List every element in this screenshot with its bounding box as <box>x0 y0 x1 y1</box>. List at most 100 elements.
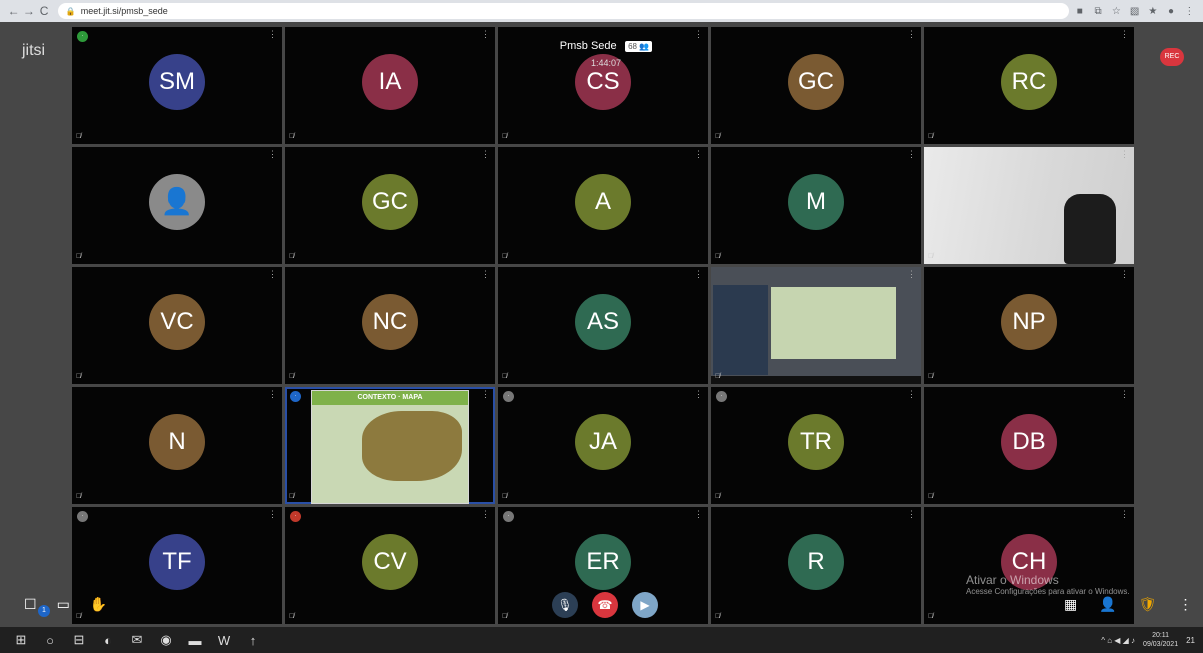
default-avatar-icon: 👤 <box>149 173 205 230</box>
tile-view-icon[interactable]: ▦ <box>1064 596 1077 613</box>
screenshare-icon[interactable]: ▭ <box>57 596 70 613</box>
tile-menu-icon[interactable]: ⋮ <box>268 149 277 160</box>
hangup-button[interactable]: ☎ <box>592 592 618 618</box>
connection-status-icon[interactable]: · <box>77 511 88 522</box>
forward-icon[interactable]: → <box>21 4 36 18</box>
participant-tile[interactable]: JA · ⋮ 🎙̸ <box>498 387 708 504</box>
participant-tile[interactable]: CONTEXTO · MAPA · ⋮ 🎙̸ <box>285 387 495 504</box>
participant-tile[interactable]: ⋮ 🎙̸ <box>711 267 921 384</box>
participant-tile[interactable]: N ⋮ 🎙̸ <box>72 387 282 504</box>
mic-muted-icon: 🎙̸ <box>715 373 721 380</box>
app-icon[interactable]: ↑ <box>240 633 266 648</box>
word-icon[interactable]: W <box>211 633 237 648</box>
participants-pane-icon[interactable]: 👤 <box>1099 596 1116 613</box>
tile-menu-icon[interactable]: ⋮ <box>268 29 277 40</box>
participant-tile[interactable]: GC ⋮ 🎙̸ <box>285 147 495 264</box>
tile-menu-icon[interactable]: ⋮ <box>268 389 277 400</box>
reload-icon[interactable]: C <box>37 4 52 18</box>
tile-menu-icon[interactable]: ⋮ <box>907 29 916 40</box>
browser-menu-icon[interactable]: ⋮ <box>1182 6 1197 17</box>
camera-toggle-button[interactable]: ▶ <box>632 592 658 618</box>
mic-muted-icon: 🎙̸ <box>502 373 508 380</box>
tray-icons[interactable]: ^ ⌂ ◀ ◢ ♪ <box>1101 636 1135 645</box>
tile-menu-icon[interactable]: ⋮ <box>694 509 703 520</box>
conference-info: Pmsb Sede 68 👥 1:44:07 <box>551 36 661 68</box>
mic-muted-icon: 🎙̸ <box>502 493 508 500</box>
participant-tile[interactable]: ⋮ 🎙̸ <box>924 147 1134 264</box>
tile-menu-icon[interactable]: ⋮ <box>481 269 490 280</box>
raise-hand-icon[interactable]: ✋ <box>90 596 107 613</box>
chat-icon[interactable]: ☐ 1 <box>24 596 50 617</box>
extension-icon[interactable]: ▧ <box>1127 6 1142 17</box>
participant-tile[interactable]: RC ⋮ 🎙̸ <box>924 27 1134 144</box>
avatar: GC <box>362 173 418 230</box>
participant-tile[interactable]: IA ⋮ 🎙̸ <box>285 27 495 144</box>
mic-muted-icon: 🎙̸ <box>289 253 295 260</box>
participant-tile[interactable]: M ⋮ 🎙̸ <box>711 147 921 264</box>
connection-status-icon[interactable]: · <box>503 511 514 522</box>
back-icon[interactable]: ← <box>6 4 21 18</box>
connection-status-icon[interactable]: · <box>716 391 727 402</box>
participant-tile[interactable]: SM · ⋮ 🎙̸ <box>72 27 282 144</box>
tile-menu-icon[interactable]: ⋮ <box>268 269 277 280</box>
tile-menu-icon[interactable]: ⋮ <box>1120 149 1129 160</box>
tile-menu-icon[interactable]: ⋮ <box>481 29 490 40</box>
tile-menu-icon[interactable]: ⋮ <box>694 149 703 160</box>
tile-menu-icon[interactable]: ⋮ <box>1120 389 1129 400</box>
participant-tile[interactable]: DB ⋮ 🎙̸ <box>924 387 1134 504</box>
task-view-icon[interactable]: ⊟ <box>66 632 92 648</box>
extension-icon[interactable]: ⧉ <box>1090 6 1105 17</box>
tile-menu-icon[interactable]: ⋮ <box>1120 269 1129 280</box>
profile-icon[interactable]: ● <box>1163 6 1178 17</box>
extensions-puzzle-icon[interactable]: ★ <box>1145 6 1160 17</box>
connection-status-icon[interactable]: · <box>77 31 88 42</box>
outlook-icon[interactable]: ✉ <box>124 632 150 648</box>
start-icon[interactable]: ⊞ <box>8 632 34 648</box>
mic-toggle-button[interactable]: 🎙 <box>552 592 578 618</box>
mic-muted-icon: 🎙̸ <box>715 493 721 500</box>
participant-tile[interactable]: AS ⋮ 🎙̸ <box>498 267 708 384</box>
tile-menu-icon[interactable]: ⋮ <box>1120 29 1129 40</box>
participant-tile[interactable]: 👤 ⋮ 🎙̸ <box>72 147 282 264</box>
extension-icon[interactable]: ■ <box>1072 6 1087 17</box>
participant-tile[interactable]: R ⋮ 🎙̸ <box>711 507 921 624</box>
search-icon[interactable]: ○ <box>37 633 63 648</box>
tile-menu-icon[interactable]: ⋮ <box>1120 509 1129 520</box>
participant-count: 68 <box>628 42 638 51</box>
connection-status-icon[interactable]: · <box>290 391 301 402</box>
chrome-icon[interactable]: ◉ <box>153 632 179 648</box>
participant-tile[interactable]: CV · ⋮ 🎙̸ <box>285 507 495 624</box>
tile-menu-icon[interactable]: ⋮ <box>481 389 490 400</box>
tile-menu-icon[interactable]: ⋮ <box>481 509 490 520</box>
mic-muted-icon: 🎙̸ <box>715 613 721 620</box>
chat-glyph: ☐ <box>24 596 37 612</box>
address-bar[interactable]: 🔒 meet.jit.si/pmsb_sede <box>57 3 1070 19</box>
connection-status-icon[interactable]: · <box>503 391 514 402</box>
participant-tile[interactable]: GC ⋮ 🎙̸ <box>711 27 921 144</box>
participant-count-badge[interactable]: 68 👥 <box>625 41 653 52</box>
participant-tile[interactable]: NP ⋮ 🎙̸ <box>924 267 1134 384</box>
file-explorer-icon[interactable]: ▬ <box>182 633 208 648</box>
participant-tile[interactable]: NC ⋮ 🎙̸ <box>285 267 495 384</box>
tile-menu-icon[interactable]: ⋮ <box>481 149 490 160</box>
mic-muted-icon: 🎙̸ <box>928 373 934 380</box>
tile-menu-icon[interactable]: ⋮ <box>907 389 916 400</box>
tile-menu-icon[interactable]: ⋮ <box>694 269 703 280</box>
clock[interactable]: 20:11 09/03/2021 <box>1143 631 1178 649</box>
connection-status-icon[interactable]: · <box>290 511 301 522</box>
tile-menu-icon[interactable]: ⋮ <box>907 269 916 280</box>
bookmark-icon[interactable]: ☆ <box>1109 6 1124 17</box>
security-shield-icon[interactable]: 🛡 <box>1139 596 1157 613</box>
more-options-icon[interactable]: ⋮ <box>1178 596 1192 613</box>
tile-menu-icon[interactable]: ⋮ <box>907 149 916 160</box>
participant-tile[interactable]: VC ⋮ 🎙̸ <box>72 267 282 384</box>
edge-icon[interactable]: ◐ <box>95 633 121 648</box>
participant-tile[interactable]: A ⋮ 🎙̸ <box>498 147 708 264</box>
windows-activation-watermark: Ativar o Windows Acesse Configurações pa… <box>966 573 1130 596</box>
notification-icon[interactable]: 21 <box>1186 636 1195 645</box>
tile-menu-icon[interactable]: ⋮ <box>268 509 277 520</box>
tile-menu-icon[interactable]: ⋮ <box>907 509 916 520</box>
tile-menu-icon[interactable]: ⋮ <box>694 29 703 40</box>
tile-menu-icon[interactable]: ⋮ <box>694 389 703 400</box>
participant-tile[interactable]: TR · ⋮ 🎙̸ <box>711 387 921 504</box>
